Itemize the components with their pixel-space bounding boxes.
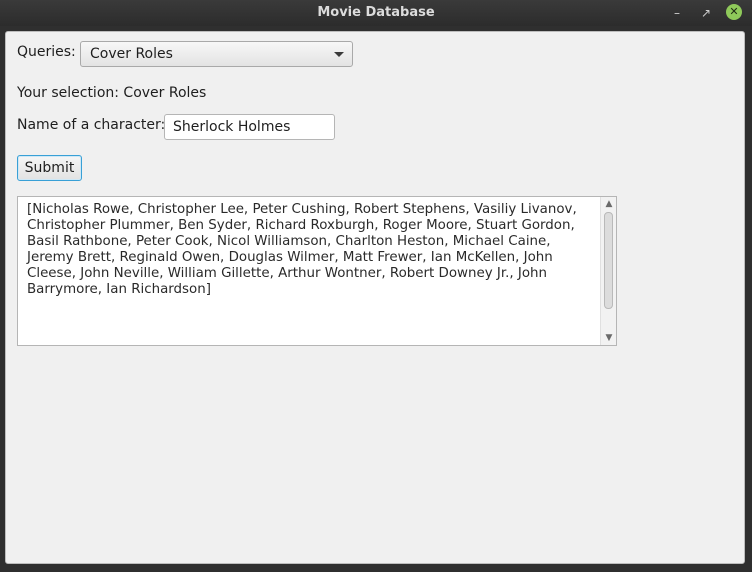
content-panel: Queries: Cover Roles Your selection: Cov… — [5, 31, 745, 564]
window-body: Queries: Cover Roles Your selection: Cov… — [0, 26, 752, 572]
minimize-icon[interactable]: – — [668, 4, 686, 22]
results-textarea[interactable]: [Nicholas Rowe, Christopher Lee, Peter C… — [17, 196, 617, 346]
scroll-down-icon[interactable]: ▼ — [601, 332, 617, 344]
selection-text: Your selection: Cover Roles — [17, 85, 207, 101]
character-name-input[interactable] — [164, 114, 335, 140]
chevron-down-icon — [334, 52, 344, 57]
submit-button[interactable]: Submit — [17, 155, 82, 181]
window-title: Movie Database — [317, 5, 435, 20]
results-text: [Nicholas Rowe, Christopher Lee, Peter C… — [27, 202, 577, 297]
queries-dropdown[interactable]: Cover Roles — [80, 41, 353, 67]
close-icon[interactable]: ✕ — [726, 4, 742, 20]
scroll-up-icon[interactable]: ▲ — [601, 198, 617, 210]
title-bar: Movie Database – ↗ ✕ — [0, 0, 752, 26]
queries-label: Queries: — [17, 44, 76, 60]
results-scrollbar[interactable]: ▲ ▼ — [600, 197, 616, 345]
queries-selected-value: Cover Roles — [90, 46, 173, 62]
character-label: Name of a character: — [17, 117, 166, 133]
maximize-icon[interactable]: ↗ — [697, 4, 715, 22]
scroll-thumb[interactable] — [604, 212, 613, 309]
